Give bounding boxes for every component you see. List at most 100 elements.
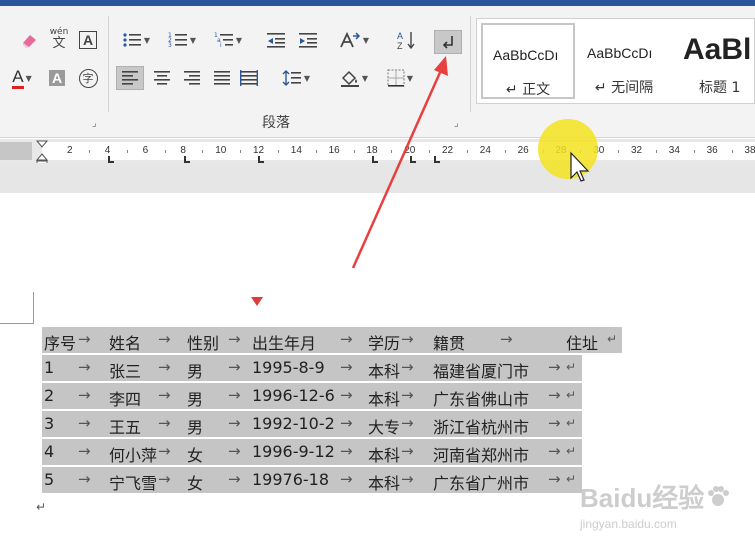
tab-arrow-icon: → [158, 470, 171, 488]
table-cell: 1992-10-2 [252, 414, 335, 433]
align-right-button[interactable] [178, 66, 206, 90]
enclose-characters-button[interactable]: 字 [76, 66, 100, 90]
table-cell: 性别 [187, 334, 220, 353]
ruler-minor-tick [164, 150, 166, 153]
table-header-row[interactable]: 序号 → 姓名 → 性别 → 出生年月 → 学历 → 籍贯 → 住址 ↵ [42, 327, 622, 353]
table-cell: 1 [44, 358, 55, 377]
character-border-button[interactable]: A [76, 28, 100, 52]
ruler-minor-tick [240, 150, 242, 153]
table-cell: 男 [187, 418, 204, 437]
ruler-tick-label: 34 [668, 145, 680, 156]
ribbon: wén 文 A A ▼ A 字 ▼ 123 ▼ 1ai ▼ ▼ AZ ▼ ▼ ▼… [0, 6, 755, 138]
table-cell: 河南省郑州市 [433, 446, 530, 465]
tab-arrow-icon: → [401, 442, 414, 460]
tab-stop-marker[interactable] [434, 156, 440, 163]
table-cell: 5 [44, 470, 55, 489]
increase-indent-button[interactable] [294, 28, 322, 52]
clear-formatting-button[interactable] [16, 28, 42, 52]
table-cell: 女 [187, 474, 204, 493]
table-cell: 福建省厦门市 [433, 362, 530, 381]
chevron-down-icon: ▼ [303, 73, 311, 83]
tab-stop-marker[interactable] [108, 156, 114, 163]
increase-indent-icon [299, 33, 317, 48]
table-row[interactable]: 3 → 王五 → 男 → 1992-10-2 → 大专 → 浙江省杭州市 → ↵ [42, 411, 582, 437]
style-no-spacing[interactable]: AaBbCcDı ↵ 无间隔 [577, 23, 671, 99]
tab-arrow-icon: → [548, 470, 561, 488]
ruler-minor-tick [731, 150, 733, 153]
tab-stop-marker[interactable] [372, 156, 378, 163]
character-shading-button[interactable]: A [46, 66, 68, 90]
bullets-button[interactable]: ▼ [116, 28, 156, 52]
table-cell: 男 [187, 362, 204, 381]
tab-arrow-icon: → [78, 386, 91, 404]
tab-arrow-icon: → [340, 330, 353, 348]
ruler-margin [0, 142, 32, 160]
font-dialog-launcher-icon[interactable]: ⌟ [92, 118, 97, 129]
ruler-tick-label: 20 [404, 145, 416, 156]
font-color-button[interactable]: A ▼ [2, 66, 42, 90]
ruler-tick-label: 8 [180, 145, 186, 156]
multilevel-list-button[interactable]: 1ai ▼ [208, 28, 248, 52]
paragraph-mark-icon: ↵ [566, 388, 577, 402]
ruler-minor-tick [504, 150, 506, 153]
line-spacing-button[interactable]: ▼ [276, 66, 316, 90]
justify-button[interactable] [208, 66, 236, 90]
sort-az-icon: AZ [397, 31, 415, 50]
eraser-icon [23, 35, 36, 48]
table-cell: 姓名 [109, 334, 142, 353]
show-hide-marks-button[interactable] [434, 30, 462, 54]
table-cell: 本科 [368, 474, 401, 493]
paragraph-mark-icon: ↵ [566, 416, 577, 430]
table-row[interactable]: 5 → 宁飞雪 → 女 → 19976-18 → 本科 → 广东省广州市 → ↵ [42, 467, 582, 493]
ruler-tick-label: 2 [67, 145, 73, 156]
style-normal[interactable]: AaBbCcDı ↵ 正文 [481, 23, 575, 99]
ruler-tick-label: 16 [328, 145, 340, 156]
table-cell: 学历 [368, 334, 401, 353]
tab-arrow-icon: → [401, 358, 414, 376]
tab-arrow-icon: → [548, 414, 561, 432]
distributed-button[interactable] [236, 66, 262, 90]
table-cell: 浙江省杭州市 [433, 418, 530, 437]
horizontal-ruler[interactable] [42, 142, 755, 160]
margin-corner-mark [0, 292, 34, 324]
shading-button[interactable]: ▼ [334, 66, 374, 90]
ruler-minor-tick [429, 150, 431, 153]
ruler-minor-tick [353, 150, 355, 153]
chinese-layout-button[interactable]: ▼ [334, 28, 374, 52]
ruler-minor-tick [466, 150, 468, 153]
watermark-brand: Baidu经验 [580, 483, 705, 513]
paint-bucket-icon [340, 70, 359, 87]
table-cell: 1996-12-6 [252, 386, 335, 405]
tab-arrow-icon: → [228, 470, 241, 488]
tab-stop-marker[interactable] [258, 156, 264, 163]
numbering-button[interactable]: 123 ▼ [162, 28, 202, 52]
align-center-button[interactable] [148, 66, 176, 90]
paragraph-dialog-launcher-icon[interactable]: ⌟ [454, 118, 459, 129]
watermark: Baidu经验 jingyan.baidu.com [580, 478, 750, 531]
table-cell: 王五 [109, 418, 142, 437]
chevron-down-icon: ▼ [143, 35, 151, 45]
tab-stop-marker[interactable] [184, 156, 190, 163]
style-heading-1[interactable]: AaBl 标题 1 [673, 23, 755, 99]
borders-button[interactable]: ▼ [380, 66, 420, 90]
table-cell: 大专 [368, 418, 401, 437]
tab-arrow-icon: → [401, 386, 414, 404]
table-cell: 1996-9-12 [252, 442, 335, 461]
tab-arrow-icon: → [228, 442, 241, 460]
table-row[interactable]: 2 → 李四 → 男 → 1996-12-6 → 本科 → 广东省佛山市 → ↵ [42, 383, 582, 409]
phonetic-guide-button[interactable]: wén 文 [46, 26, 72, 50]
watermark-url: jingyan.baidu.com [580, 517, 677, 531]
table-row[interactable]: 4 → 何小萍 → 女 → 1996-9-12 → 本科 → 河南省郑州市 → ↵ [42, 439, 582, 465]
tab-arrow-icon: → [228, 414, 241, 432]
decrease-indent-button[interactable] [262, 28, 290, 52]
tab-arrow-icon: → [340, 470, 353, 488]
table-row[interactable]: 1 → 张三 → 男 → 1995-8-9 → 本科 → 福建省厦门市 → ↵ [42, 355, 582, 381]
tab-stop-marker[interactable] [410, 156, 416, 163]
tab-arrow-icon: → [401, 414, 414, 432]
distributed-icon [240, 70, 258, 86]
sort-button[interactable]: AZ [392, 28, 420, 52]
table-cell: 3 [44, 414, 55, 433]
align-left-button[interactable] [116, 66, 144, 90]
chevron-down-icon: ▼ [235, 35, 243, 45]
chevron-down-icon: ▼ [406, 73, 414, 83]
